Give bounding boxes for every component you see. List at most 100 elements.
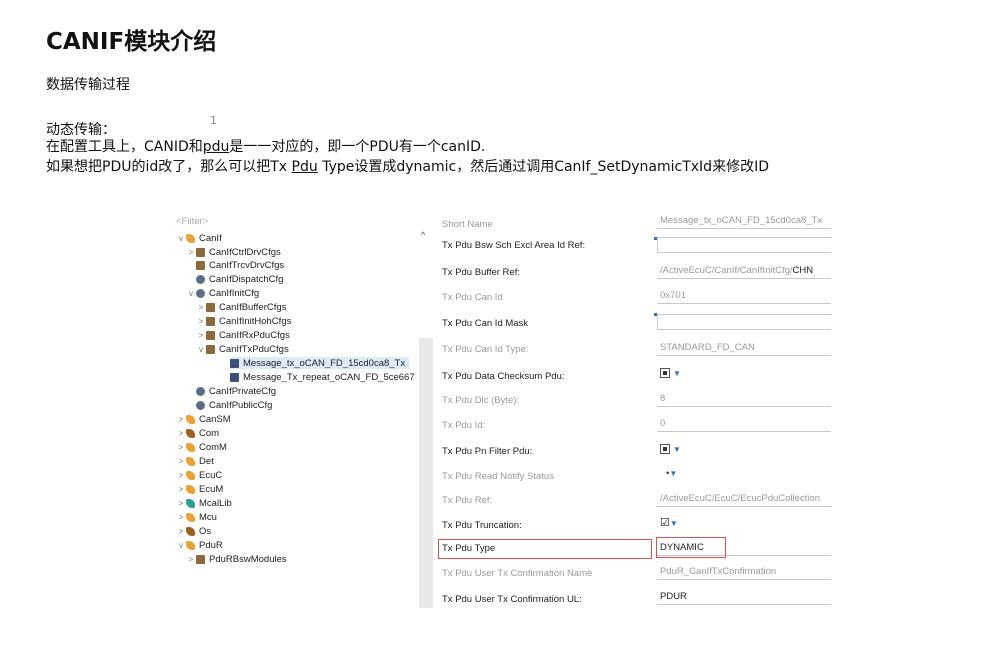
chevron-right-icon[interactable]: > — [176, 471, 186, 480]
dropdown-caret-icon[interactable]: ▼ — [670, 519, 678, 528]
tree-item-mcu[interactable]: > Mcu — [176, 511, 217, 523]
can-id-type-field[interactable]: STANDARD_FD_CAN — [657, 340, 831, 356]
tree-item-label: Message_Tx_repeat_oCAN_FD_5ce667 — [243, 371, 415, 383]
tree-item-canifbuffercfgs[interactable]: > CanIfBufferCfgs — [196, 301, 287, 313]
tree-item-canifrxpducfgs[interactable]: > CanIfRxPduCfgs — [196, 329, 290, 341]
tree-item-message-tx-selected[interactable]: Message_tx_oCAN_FD_15cd0ca8_Tx — [230, 357, 410, 369]
tree-item-canifprivatecfg[interactable]: CanIfPrivateCfg — [196, 385, 276, 397]
paragraph-heading: 动态传输： — [46, 122, 116, 138]
tree-item-canifdispatchcfg[interactable]: CanIfDispatchCfg — [196, 273, 283, 285]
module-icon — [186, 428, 195, 438]
chevron-right-icon[interactable]: > — [186, 555, 196, 564]
line2-pre: 在配置工具上，CANID和 — [46, 139, 203, 155]
confirmation-ul-label: Tx Pdu User Tx Confirmation UL: — [442, 594, 582, 605]
chevron-down-icon[interactable]: v — [176, 541, 186, 550]
tree-item-label: CanIfPublicCfg — [209, 399, 273, 411]
can-id-field[interactable]: 0x701 — [657, 288, 831, 304]
chevron-right-icon[interactable]: > — [176, 443, 186, 452]
module-icon — [186, 512, 195, 522]
read-notify-label: Tx Pdu Read Notify Status — [442, 471, 554, 482]
tree-item-cansm[interactable]: > CanSM — [176, 413, 231, 425]
tree-item-caniftrcvdrvcfgs[interactable]: CanIfTrcvDrvCfgs — [196, 259, 284, 271]
chevron-right-icon[interactable]: > — [176, 485, 186, 494]
tree-item-canifctrldrvcfgs[interactable]: > CanIfCtrlDrvCfgs — [186, 246, 281, 258]
tree-item-det[interactable]: > Det — [176, 455, 214, 467]
tree-item-ecuc[interactable]: > EcuC — [176, 469, 223, 481]
chevron-right-icon[interactable]: > — [176, 429, 186, 438]
dropdown-caret-icon[interactable]: ▼ — [673, 445, 681, 454]
tree-item-com[interactable]: > Com — [176, 427, 219, 439]
can-id-mask-label: Tx Pdu Can Id Mask — [442, 318, 529, 329]
tree-item-label: CanIfBufferCfgs — [219, 301, 287, 313]
chevron-down-icon[interactable]: v — [196, 345, 206, 354]
short-name-field[interactable]: Message_tx_oCAN_FD_15cd0ca8_Tx — [657, 213, 831, 229]
pdu-ref-label: Tx Pdu Ref: — [442, 495, 493, 506]
buffer-ref-path: /ActiveEcuC/CanIf/CanIfInitCfg/ — [660, 265, 793, 276]
tree-item-label: Com — [199, 427, 220, 439]
config-icon — [196, 400, 205, 410]
tree-item-label: CanIfTxPduCfgs — [219, 343, 289, 355]
tree-item-label: Det — [199, 455, 214, 467]
tree-item-label: EcuM — [199, 483, 224, 495]
dropdown-caret-icon[interactable]: ▼ — [673, 369, 681, 378]
tree-item-pdur[interactable]: v PduR — [176, 539, 223, 551]
tree-item-canifpubliccfg[interactable]: CanIfPublicCfg — [196, 399, 272, 411]
config-icon — [196, 386, 205, 396]
tree-item-mcallib[interactable]: > McalLib — [176, 497, 232, 509]
chevron-right-icon[interactable]: > — [176, 415, 186, 424]
dlc-label: Tx Pdu Dlc (Byte): — [442, 395, 520, 406]
chevron-down-icon[interactable]: v — [186, 289, 196, 298]
buffer-ref-field[interactable]: /ActiveEcuC/CanIf/CanIfInitCfg/CHN — [657, 263, 831, 279]
tree-item-label: CanIf — [199, 232, 222, 244]
tree-scrollbar[interactable] — [419, 338, 433, 608]
tree-filter-input[interactable]: <Filter> — [176, 215, 208, 227]
config-icon — [196, 288, 205, 298]
confirmation-ul-field[interactable]: PDUR — [657, 589, 831, 605]
scroll-up-icon[interactable]: ^ — [421, 230, 425, 240]
can-id-mask-field[interactable] — [657, 314, 831, 330]
read-notify-field[interactable]: •▼ — [657, 466, 831, 482]
truncation-field[interactable]: ☑▼ — [657, 515, 831, 531]
tree-item-pdurbswmodules[interactable]: > PduRBswModules — [186, 553, 287, 565]
checksum-field[interactable]: ▼ — [657, 366, 831, 382]
module-icon — [186, 526, 195, 536]
chevron-right-icon[interactable]: > — [176, 499, 186, 508]
chevron-down-icon[interactable]: v — [176, 234, 186, 243]
checkbox-icon[interactable] — [660, 444, 670, 455]
tree-item-canifinitcfg[interactable]: v CanIfInitCfg — [186, 287, 259, 299]
dropdown-caret-icon[interactable]: ▼ — [669, 469, 677, 478]
pn-filter-field[interactable]: ▼ — [657, 442, 831, 458]
dlc-field[interactable]: 8 — [657, 391, 831, 407]
tree-item-label: CanSM — [199, 413, 231, 425]
module-icon — [186, 498, 195, 508]
tree-item-canif[interactable]: v CanIf — [176, 232, 222, 244]
module-icon — [186, 233, 195, 243]
tree-item-comm[interactable]: > ComM — [176, 441, 227, 453]
container-icon — [206, 344, 215, 354]
checkbox-checked-icon[interactable]: ☑ — [660, 517, 670, 529]
tree-item-message-tx-repeat[interactable]: Message_Tx_repeat_oCAN_FD_5ce667 — [230, 371, 415, 383]
tree-filter-placeholder: <Filter> — [176, 215, 209, 227]
bsw-sch-field[interactable] — [657, 237, 831, 253]
checkbox-icon[interactable] — [660, 368, 670, 379]
chevron-right-icon[interactable]: > — [176, 513, 186, 522]
tree-item-caniftxpducfgs[interactable]: v CanIfTxPduCfgs — [196, 343, 289, 355]
tree-item-os[interactable]: > Os — [176, 525, 211, 537]
line2-underlined: pdu — [202, 139, 230, 155]
chevron-right-icon[interactable]: > — [186, 248, 196, 257]
buffer-ref-tail: CHN — [792, 265, 814, 276]
tree-item-ecum[interactable]: > EcuM — [176, 483, 224, 495]
chevron-right-icon[interactable]: > — [176, 457, 186, 466]
tree-item-label: PduRBswModules — [209, 553, 287, 565]
chevron-right-icon[interactable]: > — [176, 527, 186, 536]
module-icon — [186, 484, 195, 494]
pdu-ref-field[interactable]: /ActiveEcuC/EcuC/EcucPduCollection — [657, 491, 831, 507]
chevron-right-icon[interactable]: > — [196, 317, 206, 326]
chevron-right-icon[interactable]: > — [196, 331, 206, 340]
message-icon — [230, 372, 239, 382]
container-icon — [206, 302, 215, 312]
pdu-id-field[interactable]: 0 — [657, 416, 831, 432]
confirmation-name-field[interactable]: PduR_CanIfTxConfirmation — [657, 564, 831, 580]
chevron-right-icon[interactable]: > — [196, 303, 206, 312]
tree-item-canifinithohcfgs[interactable]: > CanIfInitHohCfgs — [196, 315, 292, 327]
